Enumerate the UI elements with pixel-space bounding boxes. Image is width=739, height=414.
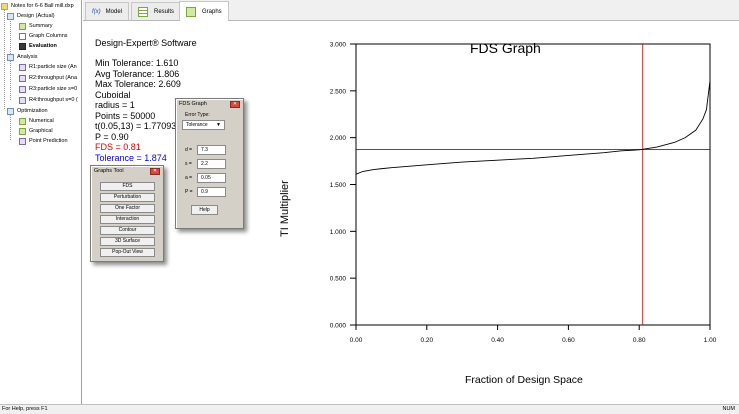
graphs-tool-button-fds[interactable]: FDS [100,182,155,191]
design-icon [7,12,14,20]
graphs-tool-title: Graphs Tool [94,168,124,174]
status-help-text: For Help, press F1 [2,406,48,412]
tab-model[interactable]: f(x) Model [85,2,130,20]
fx-icon: f(x) [92,8,101,15]
results-icon [138,6,148,17]
tree-item-graphical[interactable]: Graphical [19,126,53,136]
summary-line: t(0.05,13) = 1.77093 [95,121,177,131]
y-tick-label: 3.000 [330,42,347,49]
graph-columns-icon [19,32,26,40]
tree-item-design[interactable]: Design (Actual) [7,11,55,21]
field-p-input[interactable]: 0.9 [197,187,226,197]
evaluation-icon [19,42,26,50]
fds-tool-title: FDS Graph [179,101,207,107]
summary-line: P = 0.90 [95,131,129,142]
field-label-a: a = [185,175,193,181]
tab-graphs[interactable]: Graphs [179,1,229,21]
graphical-icon [19,127,26,135]
chevron-down-icon: ▼ [216,122,221,128]
optimization-icon [7,107,14,115]
x-axis-label: Fraction of Design Space [465,374,583,386]
graphs-tool-button-contour[interactable]: Contour [100,226,155,235]
x-tick-label: 1.00 [704,337,717,344]
tree-item-point-prediction[interactable]: Point Prediction [19,136,68,146]
software-title: Design-Expert® Software [95,38,197,48]
tab-results[interactable]: Results [131,2,182,20]
graphs-tool-button-interaction[interactable]: Interaction [100,215,155,224]
error-type-label: Error Type: [185,112,210,118]
tree-item-optimization[interactable]: Optimization [7,106,48,116]
help-button[interactable]: Help [191,205,218,215]
y-tick-label: 0.500 [330,276,347,283]
response-icon [19,63,26,71]
status-num-indicator: NUM [722,406,735,412]
summary-line: Cuboidal [95,89,131,100]
graphs-tool-button-3d-surface[interactable]: 3D Surface [100,237,155,246]
summary-line: FDS = 0.81 [95,142,141,152]
tree-item-evaluation[interactable]: Evaluation [19,41,57,51]
error-type-select[interactable]: Tolerance ▼ [182,120,225,130]
tree-item-summary[interactable]: Summary [19,21,53,31]
y-tick-label: 0.000 [330,323,347,330]
field-a-input[interactable]: 0.05 [197,173,226,183]
tree-item-r4[interactable]: R4:throughput s=0 ( [19,95,78,105]
field-label-d: d = [185,147,193,153]
status-bar: For Help, press F1 NUM [0,404,739,414]
response-icon [19,96,26,104]
y-tick-label: 1.500 [330,182,347,189]
field-label-p: P = [185,189,193,195]
graphs-tool-button-perturbation[interactable]: Perturbation [100,193,155,202]
field-s-input[interactable]: 2.2 [197,159,226,169]
graphs-tool-panel[interactable]: Graphs Tool ✕ FDS Perturbation One Factor I… [90,165,164,262]
close-icon[interactable]: ✕ [230,101,240,108]
close-icon[interactable]: ✕ [150,168,160,175]
x-tick-label: 0.80 [633,337,646,344]
x-tick-label: 0.00 [350,337,363,344]
tree-item-graph-columns[interactable]: Graph Columns [19,31,68,41]
summary-line: Max Tolerance: 2.609 [95,79,181,89]
summary-line: Points = 50000 [95,110,156,121]
summary-line: radius = 1 [95,100,135,110]
y-tick-label: 1.000 [330,229,347,236]
view-tabs: f(x) Model Results Graphs [83,0,739,21]
x-tick-label: 0.40 [491,337,504,344]
summary-line: Avg Tolerance: 1.806 [95,68,180,79]
tree-item-analysis[interactable]: Analysis [7,52,37,62]
fds-graph-panel[interactable]: FDS Graph ✕ Error Type: Tolerance ▼ d = … [175,98,244,229]
field-d-input[interactable]: 7.3 [197,145,226,155]
x-tick-label: 0.20 [420,337,433,344]
analysis-icon [7,53,14,61]
folder-icon [1,2,8,10]
y-tick-label: 2.500 [330,88,347,95]
tree-item-numerical[interactable]: Numerical [19,116,54,126]
numerical-icon [19,117,26,125]
x-tick-label: 0.60 [562,337,575,344]
graphs-tool-button-one-factor[interactable]: One Factor [100,204,155,213]
summary-line: Tolerance = 1.874 [95,152,167,163]
field-label-s: s = [185,161,192,167]
point-prediction-icon [19,137,26,145]
tree-item-r3[interactable]: R3:particle size s=0 [19,84,77,94]
tree-item-r2[interactable]: R2:throughput (Ana [19,73,77,83]
graphs-icon [186,6,196,17]
fds-curve [355,80,711,175]
response-icon [19,85,26,93]
summary-line: Min Tolerance: 1.610 [95,58,179,68]
y-tick-label: 2.000 [330,135,347,142]
fds-chart: 0.000 0.500 1.000 1.500 2.000 2.500 3.000 0.00 0… [330,42,717,345]
project-tree[interactable]: Notes for 6-6 Ball mill.dxp Design (Actu… [0,0,82,404]
summary-icon [19,22,26,30]
response-icon [19,74,26,82]
tree-item-r1[interactable]: R1:particle size (An [19,62,77,72]
plot-frame [355,43,711,326]
tree-item-notes[interactable]: Notes for 6-6 Ball mill.dxp [1,1,74,11]
graphs-tool-button-pop-out-view[interactable]: Pop-Out View [100,248,155,257]
